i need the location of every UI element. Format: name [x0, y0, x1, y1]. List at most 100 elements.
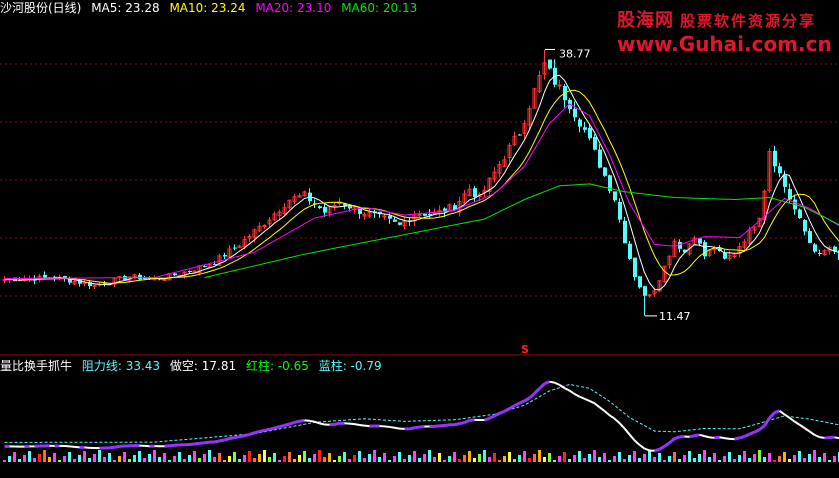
indicator-line-seg-124 — [618, 422, 626, 430]
indicator-bar-155 — [778, 456, 781, 462]
indicator-bar-0 — [3, 460, 6, 462]
indicator-line-seg-135 — [673, 435, 681, 441]
candle-body-44 — [223, 255, 227, 257]
ma5-legend: MA5: 23.28 — [91, 1, 160, 15]
price-gridlines — [0, 63, 839, 297]
indicator-bar-35 — [178, 452, 181, 462]
indicator-bar-71 — [358, 451, 361, 462]
indicator-line-seg-113 — [564, 387, 570, 392]
indicator-bar-139 — [698, 454, 701, 462]
indicator-bar-82 — [413, 451, 416, 462]
candle-body-77 — [388, 215, 392, 219]
indicator-line-seg-45 — [224, 437, 230, 442]
indicator-bar-25 — [128, 459, 131, 462]
indicator-bar-122 — [613, 456, 616, 462]
indicator-bar-88 — [443, 460, 446, 462]
indicator-bar-70 — [353, 455, 356, 462]
indicator-line-seg-83 — [414, 425, 420, 430]
indicator-bar-53 — [268, 457, 271, 462]
indicator-bar-113 — [568, 459, 571, 462]
candle-body-63 — [318, 206, 322, 209]
indicator-bar-65 — [328, 453, 331, 462]
indicator-bar-57 — [288, 452, 291, 462]
indicator-bar-100 — [503, 456, 506, 462]
kline-chart[interactable]: 38.77 11.47 S — [0, 0, 839, 478]
indicator-line-seg-54 — [269, 426, 275, 431]
indicator-bar-118 — [593, 450, 596, 462]
indicator-bar-85 — [428, 450, 431, 462]
indicator-line-seg-159 — [793, 420, 801, 426]
candle-body-125 — [628, 243, 632, 259]
indicator-line-seg-148 — [739, 435, 745, 440]
candle-body-109 — [548, 59, 552, 69]
indicator-bar-47 — [238, 459, 241, 462]
indicator-line-seg-164 — [819, 436, 825, 439]
indicator-bar-165 — [828, 460, 831, 462]
indicator-line-seg-115 — [574, 393, 580, 398]
indicator-line-seg-138 — [689, 434, 695, 439]
indicator-bar-161 — [808, 454, 811, 462]
indicator-line-seg-140 — [699, 433, 705, 438]
indicator-bar-119 — [598, 457, 601, 462]
site-logo: 股海网 股票软件资源分享 www.Guhai.com.cn — [617, 4, 835, 56]
candle-body-119 — [598, 149, 602, 168]
indicator-bar-21 — [108, 453, 111, 462]
candle-body-46 — [233, 247, 237, 249]
indicator-line-seg-117 — [584, 397, 590, 402]
indicator-bar-148 — [743, 451, 746, 462]
indicator-line-seg-126 — [628, 433, 636, 441]
indicator-bar-142 — [713, 453, 716, 462]
indicator-bar-41 — [208, 450, 211, 462]
indicator-bar-45 — [228, 456, 231, 462]
candle-body-122 — [613, 191, 617, 201]
indicator-bar-6 — [33, 458, 36, 462]
moving-average-lines — [4, 74, 839, 291]
indicator-bar-15 — [78, 455, 81, 462]
candle-body-40 — [203, 266, 207, 268]
indicator-line-seg-84 — [419, 425, 425, 429]
candle-body-115 — [578, 119, 582, 127]
indicator-bar-147 — [738, 455, 741, 462]
candle-body-140 — [703, 242, 707, 257]
logo-slogan: 股票软件资源分享 — [680, 12, 817, 30]
indicator-line-seg-100 — [498, 409, 506, 415]
indicator-line-seg-129 — [644, 447, 650, 452]
indicator-line-seg-134 — [668, 437, 676, 444]
indicator-bar-34 — [173, 456, 176, 462]
price-annotations: 38.77 11.47 S — [521, 48, 691, 356]
candle-body-114 — [573, 108, 577, 118]
indicator-line-seg-156 — [778, 409, 786, 416]
indicator-line-seg-60 — [299, 418, 305, 423]
indicator-line-seg-57 — [284, 422, 290, 427]
indicator-bar-151 — [758, 450, 761, 462]
indicator-bar-28 — [143, 458, 146, 462]
indicator-bar-121 — [608, 460, 611, 462]
candle-body-37 — [188, 270, 192, 272]
candle-body-161 — [808, 231, 812, 243]
indicator-line-seg-22 — [109, 445, 115, 450]
indicator-line-seg-161 — [803, 427, 811, 433]
indicator-bar-4 — [23, 455, 26, 462]
indicator-bar-105 — [528, 458, 531, 462]
indicator-bar-55 — [278, 460, 281, 462]
candle-body-79 — [398, 222, 402, 225]
indicator-bar-114 — [573, 455, 576, 462]
indicator-line-seg-116 — [579, 395, 585, 400]
indicator-bar-52 — [263, 450, 266, 462]
indicator-bar-99 — [498, 460, 501, 462]
indicator-bar-39 — [198, 458, 201, 462]
indicator-bar-49 — [248, 451, 251, 462]
indicator-bar-91 — [458, 459, 461, 462]
indicator-bar-86 — [433, 457, 436, 462]
indicator-bar-145 — [728, 452, 731, 462]
indicator-bar-150 — [753, 454, 756, 462]
indicator-bar-160 — [803, 458, 806, 462]
candle-body-139 — [698, 238, 702, 244]
candle-body-156 — [783, 175, 787, 187]
indicator-line-seg-87 — [434, 424, 440, 428]
candle-body-159 — [798, 209, 802, 219]
blue-bar-legend: 蓝柱: -0.79 — [318, 359, 382, 373]
indicator-line-seg-143 — [714, 435, 720, 440]
indicator-line-seg-52 — [259, 428, 265, 433]
indicator-bar-37 — [188, 455, 191, 462]
